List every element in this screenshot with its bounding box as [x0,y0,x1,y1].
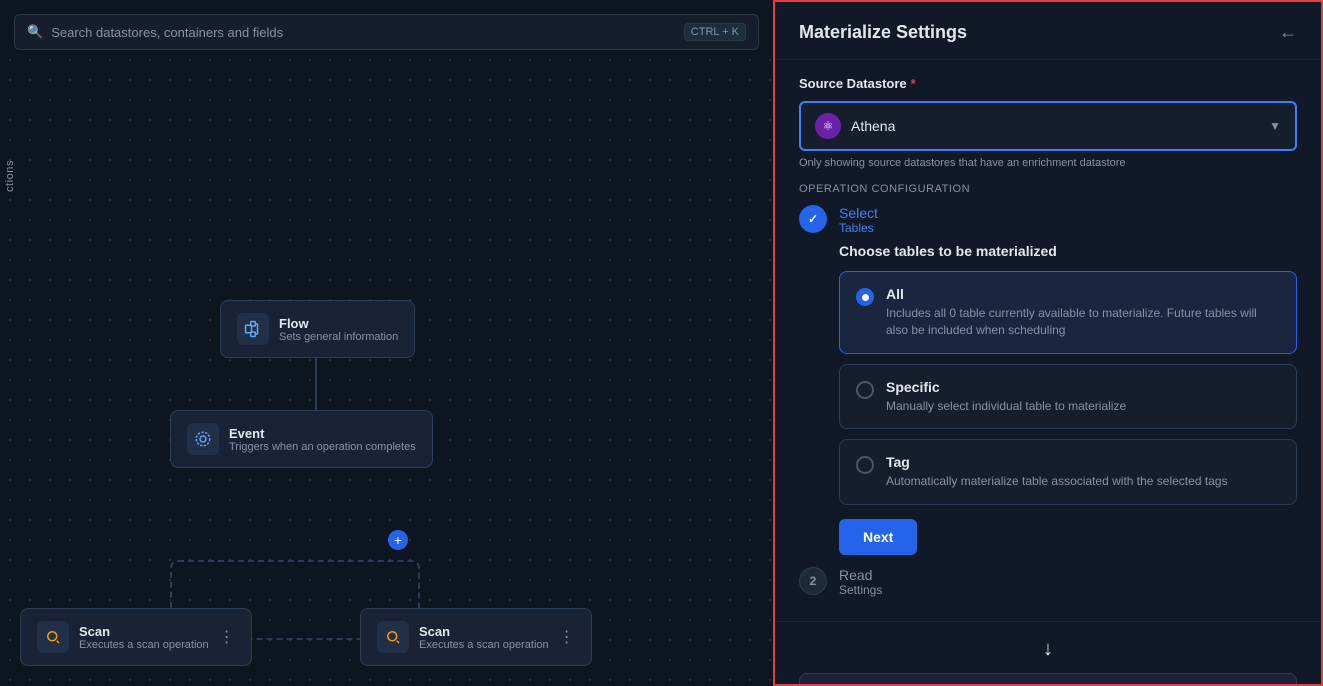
left-panel: 🔍 Search datastores, containers and fiel… [0,0,773,686]
step-1-subtitle: Tables [839,221,1297,235]
close-panel-button[interactable]: ← [1279,22,1297,43]
scan1-node-icon [37,621,69,653]
connector-flow-event [315,355,317,415]
add-node-button[interactable]: + [388,530,408,550]
step-2-indicator: 2 [799,567,827,595]
option-specific-content: Specific Manually select individual tabl… [886,379,1126,415]
option-all-radio [856,288,874,306]
required-indicator: * [911,76,916,91]
scan2-node-subtitle: Executes a scan operation [419,639,549,651]
option-all-title: All [886,286,1280,302]
option-all-content: All Includes all 0 table currently avail… [886,286,1280,339]
source-datastore-label: Source Datastore * [799,76,1297,91]
dropdown-arrow-icon: ▼ [1269,119,1281,133]
event-node-icon [187,423,219,455]
flow-node-subtitle: Sets general information [279,331,398,343]
option-tag-desc: Automatically materialize table associat… [886,473,1228,490]
enrichment-card: 🗄 Enrichment Datastore Bank Enrichment i [799,673,1297,686]
radio-inner-dot [862,294,869,301]
flow-node-title: Flow [279,316,398,331]
flow-node-icon [237,313,269,345]
op-config-label: Operation Configuration [799,183,1297,195]
step-2-subtitle: Settings [839,583,1297,597]
scan1-node-subtitle: Executes a scan operation [79,639,209,651]
flow-node[interactable]: Flow Sets general information [220,300,415,358]
search-placeholder: Search datastores, containers and fields [51,25,283,40]
scan1-options-button[interactable]: ⋮ [219,627,235,647]
step-1-row: ✓ Select Tables [799,205,1297,235]
event-node-subtitle: Triggers when an operation completes [229,441,416,453]
next-button[interactable]: Next [839,519,917,555]
scan2-node-icon [377,621,409,653]
step-2-content: Read Settings [839,567,1297,597]
scan-node-1[interactable]: Scan Executes a scan operation ⋮ [20,608,252,666]
materialize-settings-panel: Materialize Settings ← Source Datastore … [773,0,1323,686]
scan-node-2[interactable]: Scan Executes a scan operation ⋮ [360,608,592,666]
option-specific-card[interactable]: Specific Manually select individual tabl… [839,364,1297,430]
step-1-title: Select [839,205,1297,221]
option-all-card[interactable]: All Includes all 0 table currently avail… [839,271,1297,354]
datastore-value: Athena [851,118,1259,134]
option-tag-card[interactable]: Tag Automatically materialize table asso… [839,439,1297,505]
choose-tables-title: Choose tables to be materialized [839,243,1297,259]
option-specific-radio [856,381,874,399]
option-tag-title: Tag [886,454,1228,470]
event-node-title: Event [229,426,416,441]
panel-header: Materialize Settings ← [775,2,1321,60]
choose-tables-section: Choose tables to be materialized All Inc… [839,243,1297,555]
option-specific-desc: Manually select individual table to mate… [886,398,1126,415]
step-1-content: Select Tables [839,205,1297,235]
flow-canvas: Flow Sets general information Event Trig… [0,60,773,686]
option-tag-content: Tag Automatically materialize table asso… [886,454,1228,490]
option-all-desc: Includes all 0 table currently available… [886,305,1280,339]
option-tag-radio [856,456,874,474]
option-specific-title: Specific [886,379,1126,395]
event-node[interactable]: Event Triggers when an operation complet… [170,410,433,468]
scan2-node-title: Scan [419,624,549,639]
scan1-node-title: Scan [79,624,209,639]
scan2-options-button[interactable]: ⋮ [559,627,575,647]
step-1-indicator: ✓ [799,205,827,233]
panel-title: Materialize Settings [799,22,967,43]
datastore-hint: Only showing source datastores that have… [799,157,1297,169]
search-bar[interactable]: 🔍 Search datastores, containers and fiel… [14,14,759,50]
step-2-row: 2 Read Settings [799,567,1297,597]
source-datastore-select[interactable]: ⚛ Athena ▼ [799,101,1297,151]
panel-body: Source Datastore * ⚛ Athena ▼ Only showi… [775,60,1321,621]
search-shortcut: CTRL + K [684,23,746,41]
arrow-down-icon: ↓ [799,638,1297,661]
bottom-section: ↓ 🗄 Enrichment Datastore Bank Enrichment… [775,621,1321,686]
datastore-icon: ⚛ [815,113,841,139]
step-2-title: Read [839,567,1297,583]
search-icon: 🔍 [27,24,43,40]
